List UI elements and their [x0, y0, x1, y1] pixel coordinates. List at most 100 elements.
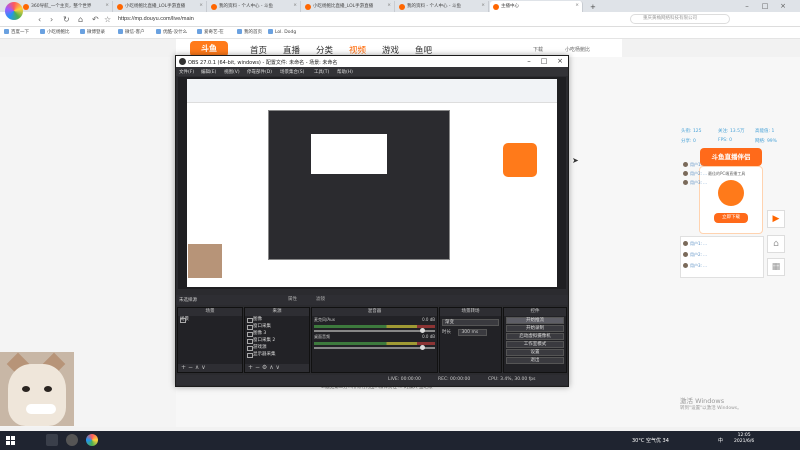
home-icon[interactable]: ⌂: [78, 15, 83, 24]
obs-taskbar-icon[interactable]: [66, 434, 78, 446]
tab-1[interactable]: 小吃杨鲍比直播_LOL手游直播 ×: [114, 1, 207, 12]
stat-item: 分享: 0: [681, 139, 696, 144]
remove-icon[interactable]: −: [255, 364, 260, 371]
volume-slider[interactable]: [314, 345, 435, 350]
obs-status-bar: LIVE: 00:00:00 REC: 00:00:00 CPU: 3.4%, …: [176, 375, 568, 385]
studio-mode-button[interactable]: 工作室模式: [506, 341, 564, 348]
menu-file[interactable]: 文件(F): [179, 69, 194, 75]
minimize-icon[interactable]: –: [740, 1, 754, 11]
source-item[interactable]: 游戏源: [245, 344, 309, 351]
controls-title: 控件: [504, 308, 566, 316]
scenes-title: 场景: [178, 308, 242, 316]
maximize-icon[interactable]: □: [537, 56, 551, 67]
search-input[interactable]: 重庆黄桷网络科技有限公司: [630, 14, 730, 24]
forward-icon[interactable]: ›: [50, 15, 53, 24]
virtual-camera-button[interactable]: 启动虚拟摄像机: [506, 333, 564, 340]
stat-item: 高能值: 1: [755, 129, 775, 134]
close-icon[interactable]: ×: [387, 3, 391, 8]
user-name[interactable]: 小吃杨鲍比: [565, 46, 590, 53]
filters-button[interactable]: 滤镜: [316, 296, 325, 302]
download-link[interactable]: 下载: [533, 46, 543, 53]
windows-start-icon[interactable]: [6, 436, 15, 445]
minimize-icon[interactable]: –: [522, 56, 536, 67]
bookmark-item[interactable]: 小吃杨鲍比: [40, 29, 70, 35]
mouse-cursor-icon: ➤: [572, 156, 579, 165]
grid-side-icon[interactable]: ▦: [767, 258, 785, 276]
taskbar-clock[interactable]: 12:05 2021/6/6: [734, 433, 754, 445]
tab-3[interactable]: 小吃杨鲍比直播_LOL手游直播 ×: [302, 1, 395, 12]
settings-button[interactable]: 设置: [506, 349, 564, 356]
mixer-title: 混音器: [312, 308, 437, 316]
search-icon[interactable]: [46, 434, 58, 446]
nested-obs-capture: [268, 110, 450, 260]
properties-button[interactable]: 属性: [288, 296, 297, 302]
volume-slider[interactable]: [314, 328, 435, 333]
close-window-icon[interactable]: ×: [776, 1, 790, 11]
ime-indicator[interactable]: 中: [718, 437, 723, 444]
close-icon[interactable]: ×: [293, 3, 297, 8]
duration-input[interactable]: 300 ms: [458, 329, 488, 336]
bookmark-item[interactable]: 百度一下: [4, 29, 29, 35]
start-streaming-button[interactable]: 开始推流: [506, 317, 564, 324]
promo-download-button[interactable]: 立即下载: [714, 213, 748, 223]
tab-favicon-icon: [117, 4, 123, 10]
add-icon[interactable]: +: [181, 364, 186, 371]
tab-2[interactable]: 我的资料 - 个人中心 - 斗鱼 ×: [208, 1, 301, 12]
bookmark-item[interactable]: 爱奇艺-在: [197, 29, 224, 35]
refresh-icon[interactable]: ↻: [63, 15, 70, 24]
bookmark-item[interactable]: 我的首页: [237, 29, 262, 35]
bookmark-item[interactable]: 微博登录: [80, 29, 105, 35]
source-item[interactable]: 窗口采集 2: [245, 337, 309, 344]
browser-taskbar-icon[interactable]: [86, 434, 98, 446]
source-item[interactable]: 图像 3: [245, 330, 309, 337]
scenes-toolbar: + − ∧ ∨: [178, 364, 242, 372]
mixer-channel-mic: 麦克风/Aux 0.0 dB: [312, 316, 437, 333]
star-icon[interactable]: ☆: [104, 15, 111, 24]
menu-tools[interactable]: 工具(T): [314, 69, 329, 75]
home-side-icon[interactable]: ⌂: [767, 235, 785, 253]
close-window-icon[interactable]: ×: [553, 56, 567, 67]
menu-docks[interactable]: 停靠部件(D): [247, 69, 272, 75]
browser-logo-icon[interactable]: [5, 2, 23, 20]
close-icon[interactable]: ×: [481, 3, 485, 8]
chat-message: 用户1: ...: [683, 162, 707, 168]
up-icon[interactable]: ∧: [269, 364, 273, 371]
weather-tray[interactable]: 30°C 空气优 34: [632, 437, 669, 444]
menu-scene-collection[interactable]: 场景集合(S): [280, 69, 304, 75]
down-icon[interactable]: ∨: [201, 364, 205, 371]
exit-button[interactable]: 退出: [506, 357, 564, 364]
source-item[interactable]: 显示器采集: [245, 351, 309, 358]
source-item[interactable]: 图像: [245, 316, 309, 323]
menu-view[interactable]: 视图(V): [224, 69, 240, 75]
transition-select[interactable]: 渐变: [442, 319, 499, 326]
bookmark-item[interactable]: 优酷-没什么: [156, 29, 187, 35]
back-icon[interactable]: ‹: [38, 15, 41, 24]
mixer-channel-desktop: 桌面音频 0.0 dB: [312, 333, 437, 350]
add-icon[interactable]: +: [248, 364, 253, 371]
gear-icon[interactable]: ⚙: [262, 364, 267, 371]
undo-icon[interactable]: ↶: [92, 15, 99, 24]
close-icon[interactable]: ×: [199, 3, 203, 8]
new-tab-button[interactable]: +: [586, 1, 600, 12]
start-recording-button[interactable]: 开始录制: [506, 325, 564, 332]
down-icon[interactable]: ∨: [276, 364, 280, 371]
tab-4[interactable]: 我的资料 - 个人中心 - 斗鱼 ×: [396, 1, 489, 12]
remove-icon[interactable]: −: [188, 364, 193, 371]
tab-favicon-icon: [399, 4, 405, 10]
bookmark-item[interactable]: Lol. Dodg: [268, 29, 296, 35]
tab-0[interactable]: 360导航_一个主页，整个世界 ×: [20, 1, 113, 12]
bookmark-item[interactable]: 微信-客户: [118, 29, 145, 35]
scene-item[interactable]: 场景: [178, 316, 242, 323]
menu-edit[interactable]: 编辑(E): [201, 69, 216, 75]
stat-item: 头衔: 125: [681, 129, 702, 134]
close-icon[interactable]: ×: [105, 3, 109, 8]
tab-5[interactable]: 主播中心 ×: [490, 1, 583, 12]
close-icon[interactable]: ×: [575, 3, 579, 8]
source-item[interactable]: 窗口采集: [245, 323, 309, 330]
menu-help[interactable]: 帮助(H): [337, 69, 353, 75]
play-icon[interactable]: ▶: [767, 210, 785, 228]
maximize-icon[interactable]: □: [758, 1, 772, 11]
up-icon[interactable]: ∧: [195, 364, 199, 371]
obs-window[interactable]: OBS 27.0.1 (64-bit, windows) - 配置文件: 未命名…: [175, 55, 569, 387]
url-input[interactable]: [118, 14, 578, 24]
